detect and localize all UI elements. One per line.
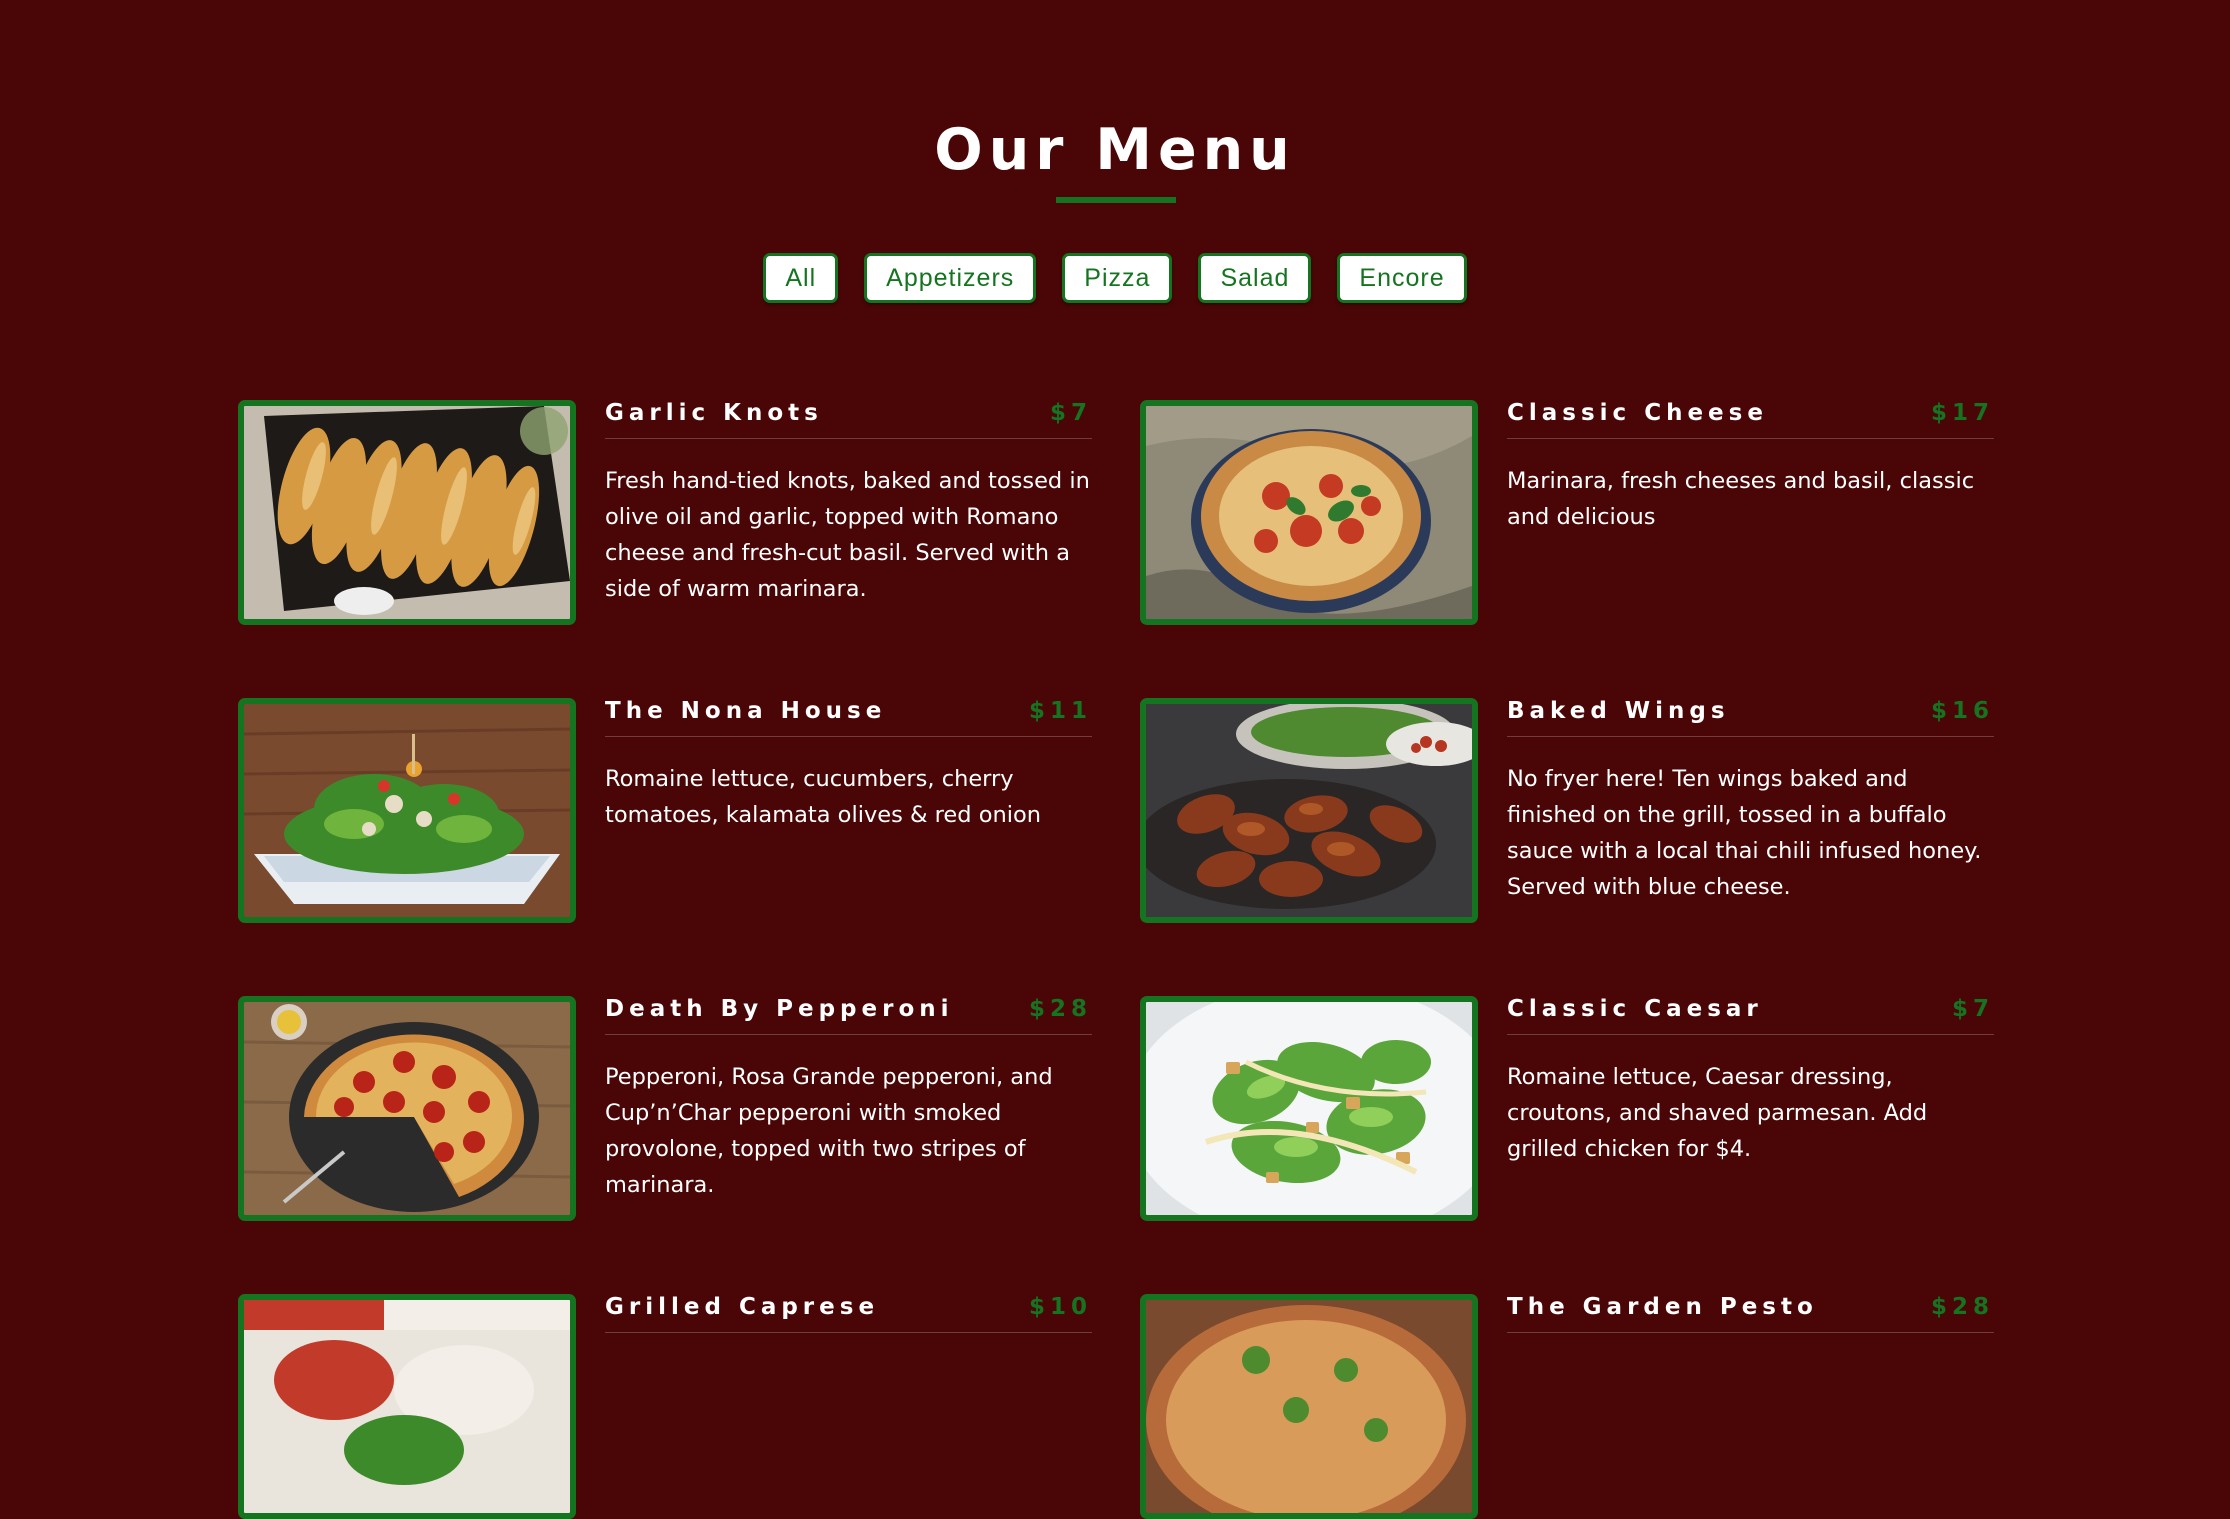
item-name: Baked Wings: [1507, 698, 1730, 724]
item-name: Death By Pepperoni: [605, 996, 954, 1022]
item-price: $7: [1049, 400, 1092, 426]
garlic-knots-photo: [238, 400, 576, 625]
filter-appetizers-button[interactable]: Appetizers: [864, 253, 1037, 303]
item-header: Classic Caesar $7: [1507, 996, 1994, 1035]
item-name: Classic Cheese: [1507, 400, 1768, 426]
item-name: Classic Caesar: [1507, 996, 1763, 1022]
classic-cheese-photo: [1140, 400, 1478, 625]
item-price: $7: [1951, 996, 1994, 1022]
death-by-pepperoni-photo: [238, 996, 576, 1221]
item-description: Romaine lettuce, Caesar dressing, crouto…: [1507, 1064, 1928, 1162]
menu-item: Classic Caesar $7 Romaine lettuce, Caesa…: [1140, 996, 1994, 1221]
classic-caesar-photo: [1140, 996, 1478, 1221]
item-price: $11: [1028, 698, 1092, 724]
item-header: The Garden Pesto $28: [1507, 1294, 1994, 1333]
item-description: Marinara, fresh cheeses and basil, class…: [1507, 468, 1975, 530]
filter-bar: All Appetizers Pizza Salad Encore: [0, 253, 2230, 303]
item-price: $16: [1930, 698, 1994, 724]
item-header: Baked Wings $16: [1507, 698, 1994, 737]
filter-salad-button[interactable]: Salad: [1198, 253, 1312, 303]
menu-item: The Nona House $11 Romaine lettuce, cucu…: [238, 698, 1092, 923]
item-name: The Garden Pesto: [1507, 1294, 1818, 1320]
menu-item: Garlic Knots $7 Fresh hand-tied knots, b…: [238, 400, 1092, 625]
nona-house-photo: [238, 698, 576, 923]
grilled-caprese-photo: [238, 1294, 576, 1519]
item-price: $28: [1028, 996, 1092, 1022]
item-header: Death By Pepperoni $28: [605, 996, 1092, 1035]
item-description: Pepperoni, Rosa Grande pepperoni, and Cu…: [605, 1064, 1053, 1198]
item-price: $28: [1930, 1294, 1994, 1320]
menu-grid: Garlic Knots $7 Fresh hand-tied knots, b…: [238, 400, 1994, 1519]
menu-item: Baked Wings $16 No fryer here! Ten wings…: [1140, 698, 1994, 923]
filter-all-button[interactable]: All: [763, 253, 839, 303]
item-header: Grilled Caprese $10: [605, 1294, 1092, 1333]
garden-pesto-photo: [1140, 1294, 1478, 1519]
item-header: The Nona House $11: [605, 698, 1092, 737]
title-underline: [1056, 197, 1176, 203]
item-header: Garlic Knots $7: [605, 400, 1092, 439]
item-price: $17: [1930, 400, 1994, 426]
item-name: The Nona House: [605, 698, 887, 724]
item-price: $10: [1028, 1294, 1092, 1320]
filter-pizza-button[interactable]: Pizza: [1062, 253, 1173, 303]
item-description: Romaine lettuce, cucumbers, cherry tomat…: [605, 766, 1042, 828]
item-header: Classic Cheese $17: [1507, 400, 1994, 439]
menu-item: Classic Cheese $17 Marinara, fresh chees…: [1140, 400, 1994, 625]
filter-encore-button[interactable]: Encore: [1337, 253, 1467, 303]
baked-wings-photo: [1140, 698, 1478, 923]
item-name: Grilled Caprese: [605, 1294, 880, 1320]
page-title: Our Menu: [934, 117, 1296, 183]
menu-item: The Garden Pesto $28: [1140, 1294, 1994, 1519]
menu-item: Grilled Caprese $10: [238, 1294, 1092, 1519]
item-name: Garlic Knots: [605, 400, 823, 426]
menu-item: Death By Pepperoni $28 Pepperoni, Rosa G…: [238, 996, 1092, 1221]
item-description: Fresh hand-tied knots, baked and tossed …: [605, 468, 1090, 602]
item-description: No fryer here! Ten wings baked and finis…: [1507, 766, 1982, 900]
